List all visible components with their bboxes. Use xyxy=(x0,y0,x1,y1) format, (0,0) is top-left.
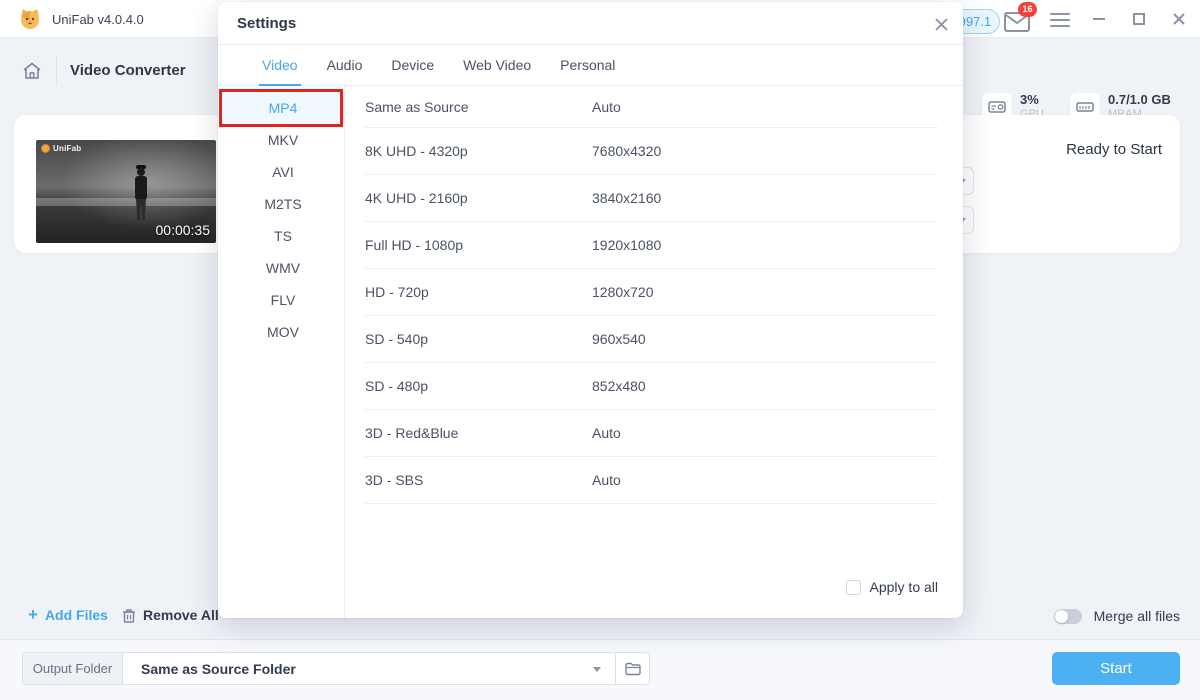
merge-label: Merge all files xyxy=(1093,608,1180,624)
minimize-button[interactable] xyxy=(1090,10,1108,28)
format-item-mkv[interactable]: MKV xyxy=(222,124,344,156)
merge-toggle[interactable] xyxy=(1053,608,1082,624)
ram-value: 0.7/1.0 GB xyxy=(1108,92,1171,108)
tab-video[interactable]: Video xyxy=(259,45,301,86)
settings-dialog: Settings Video Audio Device Web Video Pe… xyxy=(218,2,963,618)
resolution-row[interactable]: 8K UHD - 4320p 7680x4320 xyxy=(365,128,938,175)
resolution-row[interactable]: SD - 480p 852x480 xyxy=(365,363,938,410)
format-list: MP4 MKV AVI M2TS TS WMV FLV MOV xyxy=(222,92,344,348)
home-icon[interactable] xyxy=(22,62,42,80)
video-thumbnail[interactable]: UniFab 00:00:35 xyxy=(36,140,216,243)
add-files-button[interactable]: + Add Files xyxy=(28,605,108,624)
gpu-value: 3% xyxy=(1020,92,1039,108)
page-title: Video Converter xyxy=(70,62,186,79)
folder-icon xyxy=(624,662,641,675)
apply-to-all-control: Apply to all xyxy=(845,579,938,595)
mail-notification-badge: 16 xyxy=(1018,2,1037,17)
app-window: UniFab v4.0.4.0 997.1 16 Video Converter… xyxy=(0,0,1200,700)
thumbnail-watermark: UniFab xyxy=(41,144,81,153)
output-folder-control: Output Folder Same as Source Folder xyxy=(22,652,650,685)
close-window-button[interactable] xyxy=(1170,10,1188,28)
format-item-avi[interactable]: AVI xyxy=(222,156,344,188)
format-item-mp4[interactable]: MP4 xyxy=(222,92,344,124)
settings-dialog-header: Settings xyxy=(218,2,963,45)
watermark-logo-icon xyxy=(41,144,50,153)
format-item-ts[interactable]: TS xyxy=(222,220,344,252)
format-item-m2ts[interactable]: M2TS xyxy=(222,188,344,220)
resolution-list: Same as Source Auto 8K UHD - 4320p 7680x… xyxy=(365,86,938,504)
merge-all-files-control: Merge all files xyxy=(1053,608,1180,624)
start-button[interactable]: Start xyxy=(1052,652,1180,685)
settings-close-button[interactable] xyxy=(931,14,951,34)
status-text: Ready to Start xyxy=(1066,141,1162,158)
unifab-logo-icon xyxy=(18,7,42,31)
output-folder-select[interactable]: Same as Source Folder xyxy=(123,653,615,684)
thumbnail-figure xyxy=(134,165,148,220)
settings-tabs: Video Audio Device Web Video Personal xyxy=(218,45,963,86)
browse-folder-button[interactable] xyxy=(615,653,649,684)
resolution-row[interactable]: HD - 720p 1280x720 xyxy=(365,269,938,316)
resolution-row[interactable]: 3D - SBS Auto xyxy=(365,457,938,504)
resolution-row[interactable]: Full HD - 1080p 1920x1080 xyxy=(365,222,938,269)
tab-audio[interactable]: Audio xyxy=(327,45,363,86)
menu-icon[interactable] xyxy=(1050,13,1070,27)
format-item-flv[interactable]: FLV xyxy=(222,284,344,316)
format-list-divider xyxy=(344,86,345,618)
trash-icon xyxy=(122,608,136,623)
maximize-button[interactable] xyxy=(1130,10,1148,28)
remove-all-button[interactable]: Remove All xyxy=(122,607,219,623)
resolution-row[interactable]: 4K UHD - 2160p 3840x2160 xyxy=(365,175,938,222)
plus-icon: + xyxy=(28,605,38,624)
output-folder-label: Output Folder xyxy=(23,653,123,684)
apply-to-all-checkbox[interactable] xyxy=(845,579,861,595)
settings-dialog-title: Settings xyxy=(237,15,297,32)
apply-to-all-label: Apply to all xyxy=(869,579,938,595)
video-duration: 00:00:35 xyxy=(155,222,211,238)
format-item-wmv[interactable]: WMV xyxy=(222,252,344,284)
format-item-mov[interactable]: MOV xyxy=(222,316,344,348)
resolution-row[interactable]: SD - 540p 960x540 xyxy=(365,316,938,363)
footer-bar: Output Folder Same as Source Folder Star… xyxy=(0,639,1200,700)
header-divider xyxy=(56,56,57,86)
tab-personal[interactable]: Personal xyxy=(560,45,615,86)
tab-web-video[interactable]: Web Video xyxy=(463,45,531,86)
app-title: UniFab v4.0.4.0 xyxy=(52,12,144,27)
tab-device[interactable]: Device xyxy=(391,45,434,86)
resolution-row[interactable]: 3D - Red&Blue Auto xyxy=(365,410,938,457)
chevron-down-icon xyxy=(593,666,601,672)
resolution-row[interactable]: Same as Source Auto xyxy=(365,86,938,128)
